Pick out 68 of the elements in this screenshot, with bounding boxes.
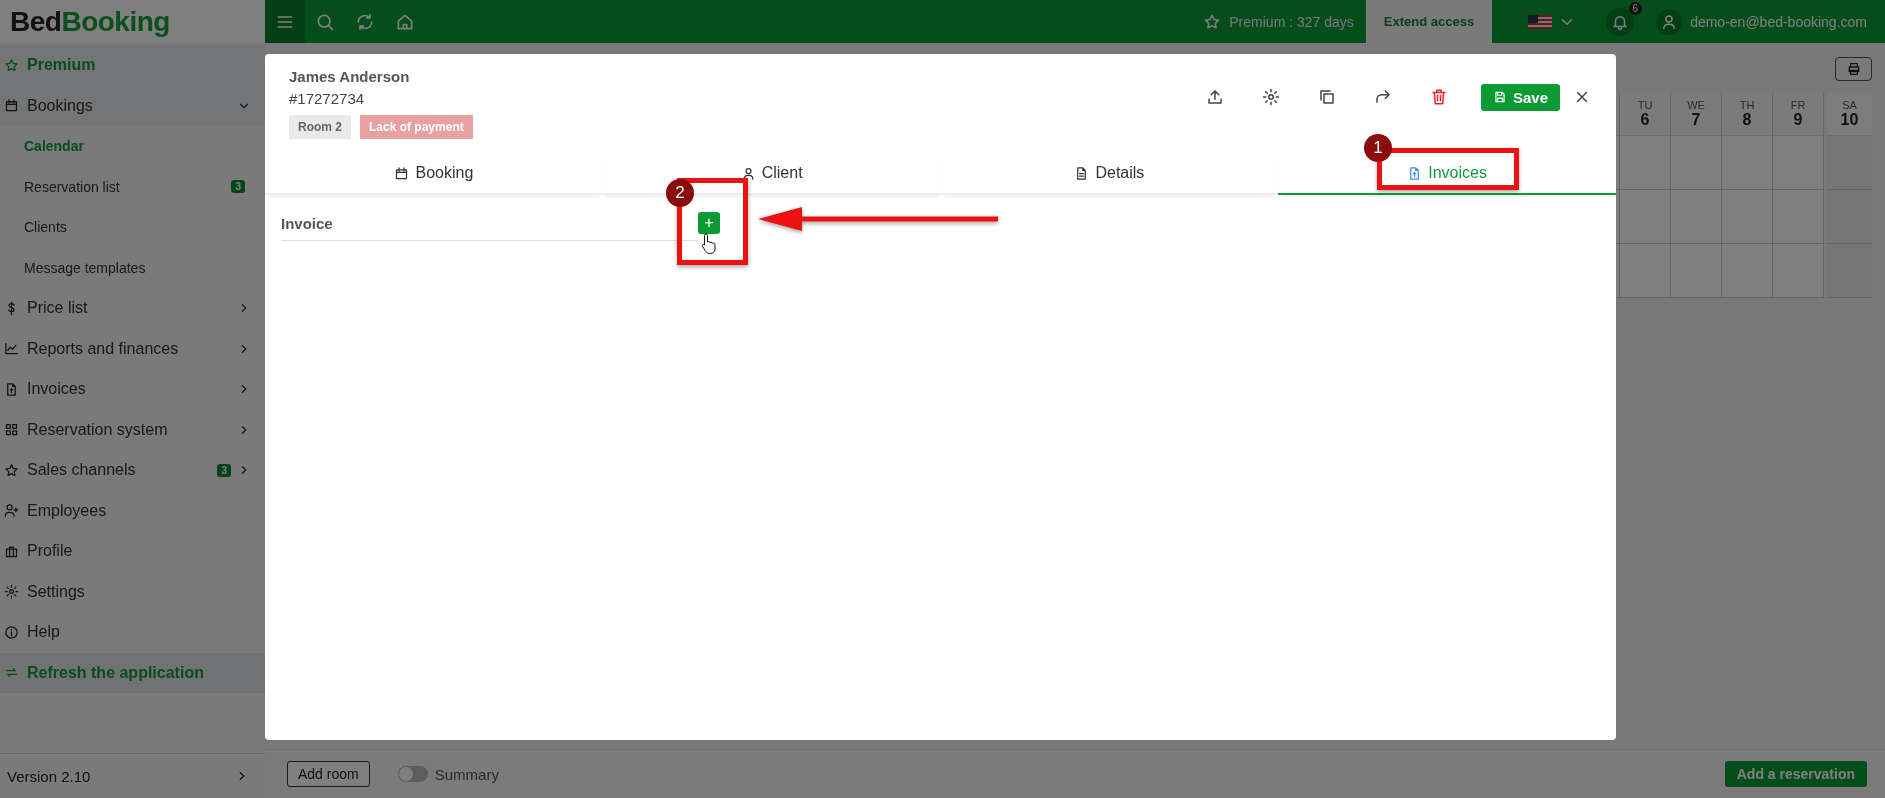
guest-name: James Anderson bbox=[289, 68, 411, 85]
calendar-cell[interactable] bbox=[1722, 244, 1772, 298]
settings-icon bbox=[4, 584, 19, 600]
flag-icon[interactable] bbox=[1528, 14, 1553, 29]
sidebar-item[interactable]: Refresh the application bbox=[0, 652, 265, 693]
chart-icon bbox=[4, 341, 19, 357]
user-email[interactable]: demo-en@bed-booking.com bbox=[1690, 13, 1867, 30]
day-header: SA 10 bbox=[1827, 93, 1872, 136]
premium-status: Premium : 327 days bbox=[1229, 13, 1354, 30]
sidebar-item[interactable]: Help bbox=[0, 612, 265, 653]
calendar-icon bbox=[4, 98, 19, 114]
star-icon bbox=[4, 57, 19, 73]
summary-label: Summary bbox=[434, 765, 499, 783]
calendar-cell[interactable] bbox=[1722, 190, 1772, 244]
extend-access-button[interactable]: Extend access bbox=[1365, 0, 1493, 43]
sidebar-item[interactable]: Reservation system bbox=[0, 409, 265, 450]
user-plus-icon bbox=[4, 503, 19, 519]
sidebar-item[interactable]: Settings bbox=[0, 571, 265, 612]
count-badge: 3 bbox=[217, 463, 231, 477]
star-icon bbox=[4, 462, 19, 478]
document-icon bbox=[4, 381, 19, 397]
sidebar-subitem[interactable]: Message templates bbox=[0, 247, 265, 288]
sidebar-item[interactable]: Employees bbox=[0, 490, 265, 531]
sidebar-item[interactable]: Bookings bbox=[0, 85, 265, 126]
grid-icon bbox=[4, 422, 19, 438]
notification-count: 6 bbox=[1628, 1, 1643, 15]
calendar-cell[interactable] bbox=[1671, 190, 1721, 244]
user-icon[interactable] bbox=[1656, 8, 1683, 35]
add-room-button[interactable]: Add room bbox=[287, 761, 370, 787]
add-reservation-button[interactable]: Add a reservation bbox=[1724, 761, 1867, 787]
add-invoice-button[interactable]: + bbox=[698, 212, 720, 234]
calendar-cell[interactable] bbox=[1671, 244, 1721, 298]
step-number: 2 bbox=[666, 179, 694, 207]
calendar-cell[interactable] bbox=[1620, 244, 1670, 298]
calendar-cell[interactable] bbox=[1773, 190, 1823, 244]
notifications-icon[interactable] bbox=[1606, 7, 1635, 36]
step-number: 1 bbox=[1364, 134, 1392, 162]
calendar-cell[interactable] bbox=[1773, 136, 1823, 190]
menu-icon[interactable] bbox=[265, 0, 305, 43]
calendar-cell[interactable] bbox=[1620, 190, 1670, 244]
sidebar-subitem[interactable]: Clients bbox=[0, 207, 265, 248]
calendar-cell[interactable] bbox=[1671, 136, 1721, 190]
calendar-icon bbox=[394, 165, 410, 181]
sidebar-item[interactable]: Invoices bbox=[0, 369, 265, 410]
count-badge: 3 bbox=[231, 180, 245, 194]
sidebar-item[interactable]: Premium bbox=[0, 45, 265, 86]
calendar-cell[interactable] bbox=[1620, 136, 1670, 190]
save-button[interactable]: Save bbox=[1480, 83, 1560, 111]
summary-toggle[interactable] bbox=[397, 766, 428, 782]
sidebar-subitem[interactable]: Reservation list 3 bbox=[0, 166, 265, 207]
sidebar-item[interactable]: Sales channels 3 bbox=[0, 450, 265, 491]
briefcase-icon bbox=[4, 543, 19, 559]
sidebar-item[interactable]: Price list bbox=[0, 288, 265, 329]
status-tag: Room 2 bbox=[289, 115, 351, 139]
tab[interactable]: Details bbox=[940, 153, 1279, 195]
sidebar-subitem[interactable]: Calendar bbox=[0, 126, 265, 167]
sidebar-item[interactable]: Reports and finances bbox=[0, 328, 265, 369]
section-label: Invoice bbox=[281, 215, 698, 241]
hand-cursor-icon bbox=[701, 232, 717, 254]
booking-number: #17272734 bbox=[289, 90, 366, 107]
calendar-cell[interactable] bbox=[1722, 136, 1772, 190]
sidebar-item[interactable]: Profile bbox=[0, 531, 265, 572]
info-icon bbox=[4, 624, 19, 640]
print-button[interactable] bbox=[1835, 57, 1872, 81]
status-tag: Lack of payment bbox=[360, 115, 473, 139]
tab[interactable]: Booking bbox=[265, 153, 603, 195]
star-icon bbox=[1203, 12, 1222, 31]
calendar-cell[interactable] bbox=[1773, 244, 1823, 298]
